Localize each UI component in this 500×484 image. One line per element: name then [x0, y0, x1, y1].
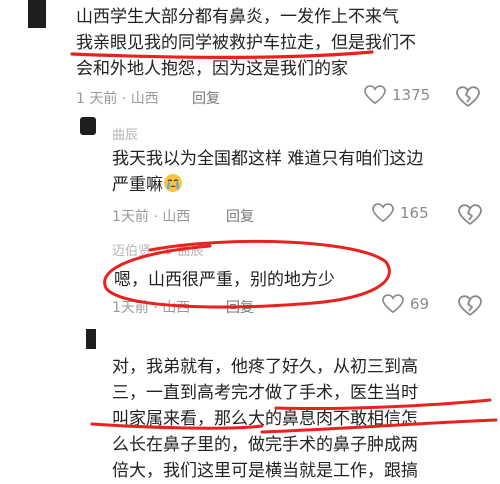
comment-1-text: 山西学生大部分都有鼻炎，一发作上不来气 我亲眼见我的同学被救护车拉走，但是我们不…	[76, 4, 416, 82]
avatar[interactable]	[28, 0, 46, 28]
comment-3-like-button[interactable]: 69	[382, 294, 429, 314]
comment-text-line: 对，我弟就有，他疼了好久，从初三到高	[112, 357, 418, 377]
comment-text-line: 叫家属来看，那么大的鼻息肉不敢相信怎	[112, 409, 418, 429]
comment-2-author[interactable]: 曲辰	[112, 124, 138, 143]
heart-icon	[364, 85, 386, 105]
heart-icon	[372, 203, 394, 223]
comment-3-time-location: 1天前 · 山西	[112, 300, 191, 316]
like-count: 69	[410, 295, 430, 313]
broken-heart-icon[interactable]	[458, 295, 482, 317]
comment-3-text: 嗯，山西很严重，别的地方少	[114, 267, 335, 293]
crying-face-icon	[164, 174, 182, 192]
comment-text-line-content: 严重嘛	[112, 175, 163, 195]
comment-text-line: 嗯，山西很严重，别的地方少	[114, 270, 335, 290]
comment-1-time-location: 1 天前 · 山西	[76, 91, 159, 107]
comment-1-reply-button[interactable]: 回复	[192, 88, 220, 108]
broken-heart-icon[interactable]	[456, 86, 480, 108]
comment-2-reply-button[interactable]: 回复	[226, 206, 254, 226]
comment-text-line: 严重嘛	[112, 172, 423, 198]
comment-text-line: 会和外地人抱怨，因为这是我们的家	[76, 59, 348, 79]
comment-text-line: 倍大，我们这里可是横当就是工作，跟搞	[112, 461, 418, 481]
broken-heart-icon[interactable]	[458, 204, 482, 226]
comment-text-line: 我天我以为全国都这样 难道只有咱们这边	[112, 149, 424, 169]
like-count: 1375	[392, 86, 431, 104]
comment-2-time-location: 1天前 · 山西	[112, 209, 191, 225]
comment-3-reply-button[interactable]: 回复	[226, 297, 254, 317]
comment-text-line: 山西学生大部分都有鼻炎，一发作上不来气	[76, 7, 399, 27]
avatar[interactable]	[80, 117, 96, 135]
like-count: 165	[400, 204, 429, 222]
avatar[interactable]	[86, 329, 96, 349]
heart-icon	[382, 294, 404, 314]
comment-3-author[interactable]: 迈伯贤☆ ▸ 曲辰	[112, 240, 203, 259]
comment-text-line: 我亲眼见我的同学被救护车拉走，但是我们不	[76, 33, 416, 53]
comment-2-text: 我天我以为全国都这样 难道只有咱们这边 严重嘛	[112, 146, 423, 198]
comment-4-text: 对，我弟就有，他疼了好久，从初三到高 三，一直到高考完才做了手术，医生当时 叫家…	[112, 354, 418, 484]
comment-text-line: 三，一直到高考完才做了手术，医生当时	[112, 383, 418, 403]
comment-text-line: 么长在鼻子里的，做完手术的鼻子肿成两	[112, 435, 418, 455]
comment-2-like-button[interactable]: 165	[372, 203, 429, 223]
comment-1-like-button[interactable]: 1375	[364, 85, 430, 105]
